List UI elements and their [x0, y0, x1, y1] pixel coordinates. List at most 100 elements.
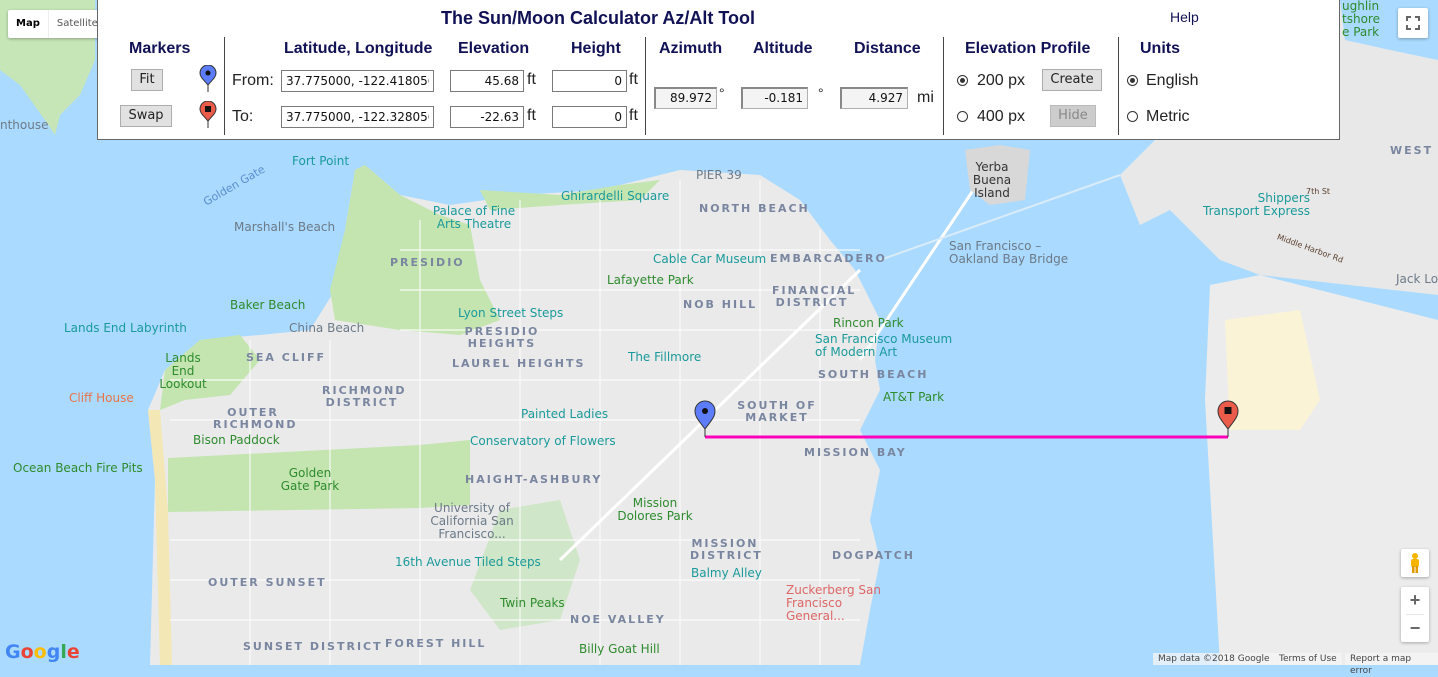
- profile-200-radio[interactable]: [957, 75, 968, 86]
- map-label-sea-cliff: SEA CLIFF: [246, 351, 326, 364]
- zoom-out-button[interactable]: −: [1401, 615, 1429, 642]
- divider: [943, 37, 944, 135]
- map-label-bison-paddock: Bison Paddock: [193, 433, 280, 447]
- map-label-mission-district: MISSION DISTRICT: [690, 537, 763, 563]
- map-type-control: Map Satellite: [8, 10, 106, 38]
- help-link[interactable]: Help: [1170, 9, 1199, 25]
- map-label-tiled-steps: 16th Avenue Tiled Steps: [395, 555, 541, 569]
- hide-profile-button[interactable]: Hide: [1050, 105, 1096, 127]
- distance-unit: mi: [917, 89, 934, 106]
- map-label-embarcadero: EMBARCADERO: [770, 252, 887, 265]
- profile-400-label: 400 px: [977, 108, 1026, 125]
- map-label-baker-beach: Baker Beach: [230, 298, 306, 312]
- map-label-ucsf: University of California San Francisco..…: [430, 501, 514, 542]
- map-label-lyon-street-steps: Lyon Street Steps: [458, 306, 564, 320]
- swap-button[interactable]: Swap: [120, 105, 172, 127]
- map-label-painted-ladies: Painted Ladies: [521, 407, 609, 421]
- map-label-billy-goat: Billy Goat Hill: [579, 642, 660, 656]
- map-label-laurel-heights: LAUREL HEIGHTS: [452, 357, 586, 370]
- map-label-fort-point: Fort Point: [292, 154, 350, 168]
- map-label-shippers: Shippers Transport Express: [1203, 191, 1310, 219]
- elevation-header: Elevation: [458, 40, 530, 57]
- azimuth-unit: °: [719, 85, 725, 101]
- map-label-richmond-district: RICHMOND DISTRICT: [322, 384, 407, 410]
- map-label-lafayette: Lafayette Park: [607, 273, 694, 287]
- street-view-button[interactable]: [1401, 549, 1429, 577]
- map-label-fillmore: The Fillmore: [628, 350, 702, 364]
- from-elevation-unit: ft: [527, 71, 536, 88]
- terms-of-use-link[interactable]: Terms of Use: [1274, 653, 1342, 665]
- map-label-mission-bay: MISSION BAY: [804, 446, 907, 459]
- map-type-map-button[interactable]: Map: [8, 10, 48, 38]
- to-elevation-input[interactable]: [450, 106, 524, 128]
- units-english-radio[interactable]: [1127, 75, 1138, 86]
- fullscreen-button[interactable]: [1398, 8, 1428, 38]
- altitude-unit: °: [818, 85, 824, 101]
- map-label-soma: SOUTH OF MARKET: [737, 399, 817, 425]
- map-label-shoreline-park: ughlin tshore e Park: [1342, 0, 1380, 40]
- units-header: Units: [1140, 40, 1180, 57]
- map-label-presidio: PRESIDIO: [390, 256, 465, 269]
- from-height-unit: ft: [629, 71, 638, 88]
- map-label-west-oakland: WEST O: [1390, 144, 1438, 157]
- from-height-input[interactable]: [552, 70, 627, 92]
- height-header: Height: [571, 40, 621, 57]
- azimuth-value: 89.972: [654, 87, 717, 109]
- report-map-error-link[interactable]: Report a map error: [1345, 653, 1438, 676]
- elevation-profile-header: Elevation Profile: [965, 40, 1091, 57]
- create-profile-button[interactable]: Create: [1042, 69, 1102, 91]
- fit-button[interactable]: Fit: [131, 69, 163, 91]
- from-elevation-input[interactable]: [450, 70, 524, 92]
- map-label-presidio-heights: PRESIDIO HEIGHTS: [464, 325, 540, 351]
- to-height-unit: ft: [629, 107, 638, 124]
- zoom-in-button[interactable]: +: [1401, 587, 1429, 614]
- map-label-financial: FINANCIAL DISTRICT: [772, 284, 857, 310]
- map-label-sunset-district: SUNSET DISTRICT: [243, 640, 383, 653]
- map-label-marshalls-beach: Marshall's Beach: [234, 220, 336, 234]
- map-label-lighthouse: nthouse: [0, 118, 49, 132]
- fullscreen-icon: [1406, 16, 1420, 30]
- to-latlng-input[interactable]: [281, 106, 434, 128]
- map-label-rincon: Rincon Park: [833, 316, 904, 330]
- units-metric-radio[interactable]: [1127, 111, 1138, 122]
- distance-header: Distance: [854, 40, 921, 57]
- map-label-lands-end-lookout: Lands End Lookout: [159, 351, 207, 392]
- map-label-ghirardelli: Ghirardelli Square: [561, 189, 670, 203]
- map-label-forest-hill: FOREST HILL: [385, 637, 487, 650]
- map-label-cliff-house: Cliff House: [69, 391, 134, 405]
- page-title: The Sun/Moon Calculator Az/Alt Tool: [441, 8, 755, 28]
- plus-icon: +: [1409, 590, 1421, 610]
- to-marker-icon: [199, 101, 217, 128]
- to-elevation-unit: ft: [527, 107, 536, 124]
- to-label: To:: [232, 108, 254, 125]
- map-data-attribution: Map data ©2018 Google: [1153, 653, 1275, 665]
- calculator-panel: The Sun/Moon Calculator Az/Alt Tool Help…: [97, 0, 1340, 140]
- latlng-header: Latitude, Longitude: [284, 40, 433, 57]
- map-label-jack-london: Jack Lo: [1396, 272, 1438, 286]
- map-label-sfmoma: San Francisco Museum of Modern Art: [815, 332, 953, 360]
- map-label-yerba-buena: Yerba Buena Island: [972, 160, 1012, 201]
- zoom-control: + −: [1401, 587, 1429, 642]
- azimuth-header: Azimuth: [659, 40, 723, 57]
- map-label-palace-fine-arts: Palace of Fine Arts Theatre: [432, 204, 516, 232]
- map-label-dogpatch: DOGPATCH: [832, 549, 916, 562]
- map-label-balmy: Balmy Alley: [691, 566, 762, 580]
- profile-400-radio[interactable]: [957, 111, 968, 122]
- units-english-label: English: [1146, 72, 1199, 89]
- map-label-bay-bridge: San Francisco – Oakland Bay Bridge: [949, 239, 1069, 267]
- units-metric-label: Metric: [1146, 108, 1190, 125]
- map-label-noe-valley: NOE VALLEY: [570, 613, 666, 626]
- map-label-dolores: Mission Dolores Park: [617, 496, 693, 524]
- map-label-nob-hill: NOB HILL: [683, 298, 758, 311]
- map-label-twin-peaks: Twin Peaks: [500, 596, 565, 610]
- map-label-north-beach: NORTH BEACH: [699, 202, 810, 215]
- from-latlng-input[interactable]: [281, 70, 434, 92]
- map-label-outer-richmond: OUTER RICHMOND: [213, 406, 298, 432]
- to-height-input[interactable]: [552, 106, 627, 128]
- map-label-south-beach: SOUTH BEACH: [818, 368, 929, 381]
- map-label-att-park: AT&T Park: [883, 390, 945, 404]
- divider: [1118, 37, 1119, 135]
- divider: [224, 37, 225, 135]
- google-logo[interactable]: Google: [5, 641, 80, 663]
- map-label-lands-end-labyrinth: Lands End Labyrinth: [64, 321, 187, 335]
